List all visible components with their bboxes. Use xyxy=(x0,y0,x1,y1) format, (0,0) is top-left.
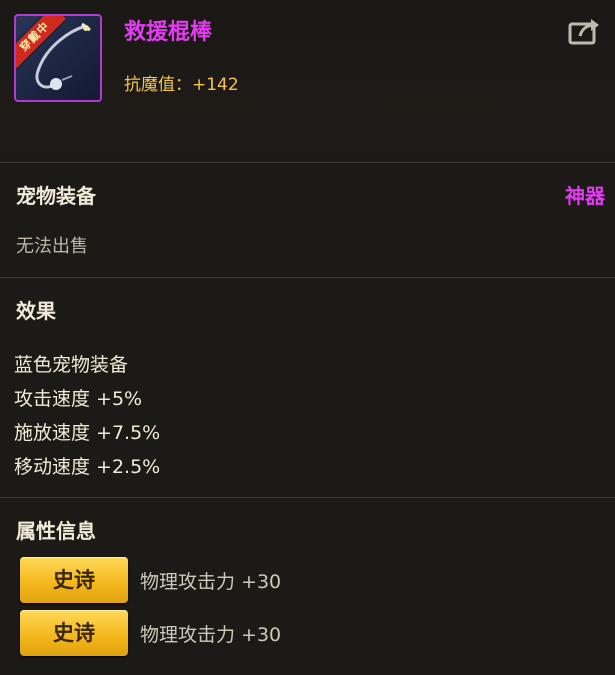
staff-icon xyxy=(35,22,91,90)
effect-line: 攻击速度 +5% xyxy=(14,388,143,410)
divider xyxy=(0,277,615,278)
divider xyxy=(0,497,615,498)
epic-badge-button[interactable]: 史诗 xyxy=(20,557,128,603)
effect-line: 蓝色宠物装备 xyxy=(14,354,129,376)
attributes-title: 属性信息 xyxy=(16,519,96,543)
item-name: 救援棍棒 xyxy=(124,20,213,45)
attribute-text: 物理攻击力 +30 xyxy=(140,571,282,593)
sell-note: 无法出售 xyxy=(16,236,88,257)
divider xyxy=(0,162,615,163)
attribute-text: 物理攻击力 +30 xyxy=(140,624,282,646)
grade-label: 神器 xyxy=(565,184,605,208)
effect-line: 移动速度 +2.5% xyxy=(14,456,161,478)
category-title: 宠物装备 xyxy=(16,184,96,208)
epic-badge-button[interactable]: 史诗 xyxy=(20,610,128,656)
item-icon[interactable]: 穿戴中 xyxy=(14,14,102,102)
share-icon xyxy=(568,19,599,45)
share-button[interactable] xyxy=(568,16,602,46)
magic-resist-stat: 抗魔值：+142 xyxy=(124,75,239,95)
effect-line: 施放速度 +7.5% xyxy=(14,422,161,444)
attribute-row: 史诗 物理攻击力 +30 xyxy=(20,557,580,605)
effects-title: 效果 xyxy=(16,299,56,323)
attribute-row: 史诗 物理攻击力 +30 xyxy=(20,610,580,658)
